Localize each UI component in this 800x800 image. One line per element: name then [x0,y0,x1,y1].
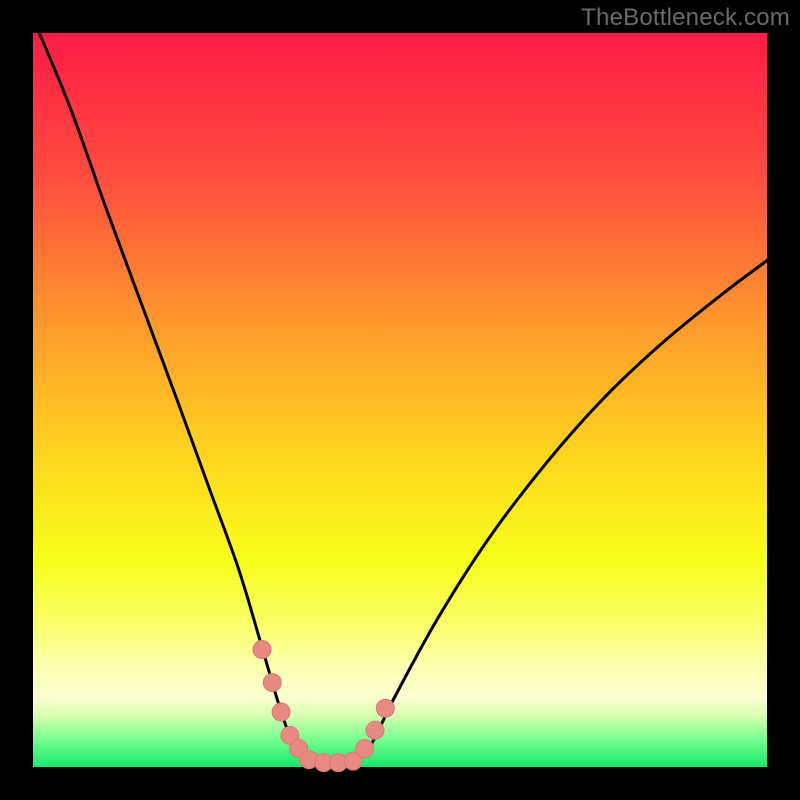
marker-point [366,721,384,739]
plot-background [33,33,767,767]
marker-point [263,674,281,692]
marker-point [356,740,374,758]
chart-svg [0,0,800,800]
chart-container: { "watermark": "TheBottleneck.com", "cha… [0,0,800,800]
marker-point [376,699,394,717]
marker-point [272,703,290,721]
watermark-text: TheBottleneck.com [581,4,790,32]
marker-point [253,641,271,659]
